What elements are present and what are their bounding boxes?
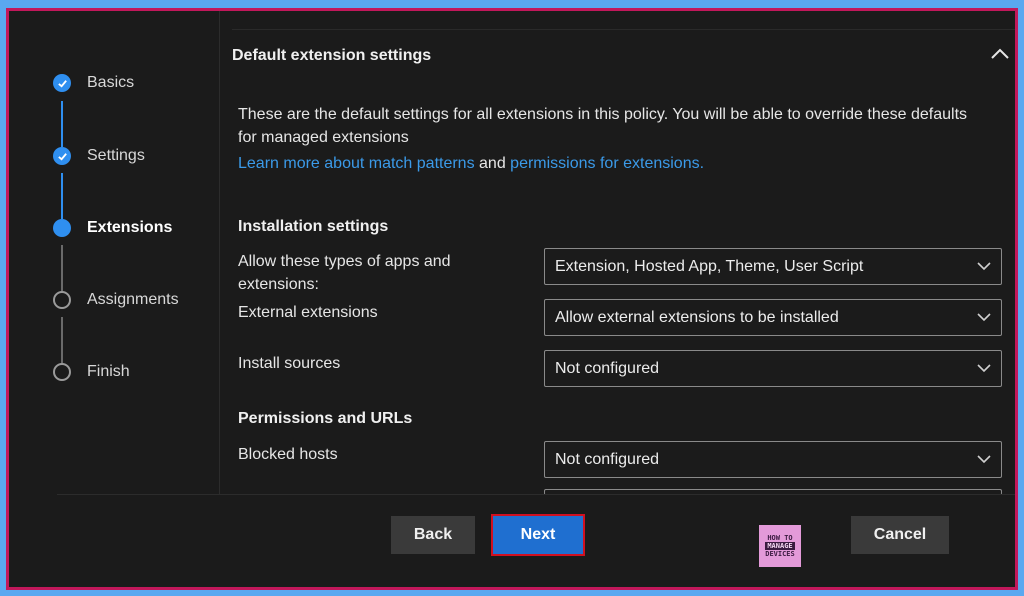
dropdown-value: Not configured [555, 450, 660, 468]
blocked-hosts-label: Blocked hosts [238, 446, 338, 463]
divider [232, 29, 1015, 30]
step-label: Extensions [87, 219, 173, 236]
allow-types-dropdown[interactable]: Extension, Hosted App, Theme, User Scrip… [544, 248, 1002, 285]
step-settings[interactable]: Settings [53, 144, 145, 168]
step-label: Settings [87, 147, 145, 164]
extension-settings-panel: Default extension settings These are the… [220, 11, 1015, 495]
wizard-frame: Basics Settings Extensions Assignments F… [6, 8, 1018, 590]
step-basics[interactable]: Basics [53, 71, 134, 95]
step-label: Assignments [87, 291, 179, 308]
step-label: Basics [87, 74, 135, 91]
step-connector [61, 173, 63, 219]
cancel-button[interactable]: Cancel [851, 516, 949, 554]
step-extensions[interactable]: Extensions [53, 216, 172, 240]
logo-text: DEVICES [765, 550, 795, 558]
section-title: Default extension settings [232, 47, 432, 64]
logo-text: MANAGE [765, 542, 795, 550]
chevron-down-icon [977, 313, 991, 322]
logo-text: HOW TO [767, 534, 793, 542]
how-to-manage-devices-logo: HOW TO MANAGE DEVICES [759, 525, 801, 567]
help-links: Learn more about match patterns and perm… [238, 155, 704, 173]
blocked-hosts-dropdown[interactable]: Not configured [544, 441, 1002, 478]
permissions-link[interactable]: permissions for extensions. [510, 155, 704, 172]
external-extensions-label: External extensions [238, 304, 378, 321]
dropdown-value: Extension, Hosted App, Theme, User Scrip… [555, 257, 864, 275]
dropdown-value: Allow external extensions to be installe… [555, 308, 839, 326]
permissions-heading: Permissions and URLs [238, 410, 413, 427]
pending-step-icon [53, 291, 71, 309]
chevron-down-icon [977, 262, 991, 271]
current-step-icon [53, 219, 71, 237]
install-sources-dropdown[interactable]: Not configured [544, 350, 1002, 387]
dropdown-value: Not configured [555, 359, 660, 377]
match-patterns-link[interactable]: Learn more about match patterns [238, 155, 475, 172]
step-connector [61, 101, 63, 147]
install-sources-label: Install sources [238, 355, 341, 372]
step-connector [61, 317, 63, 363]
wizard-steps: Basics Settings Extensions Assignments F… [9, 11, 220, 494]
check-icon [53, 74, 71, 92]
chevron-up-icon[interactable] [989, 45, 1011, 63]
installation-heading: Installation settings [238, 218, 389, 235]
next-button[interactable]: Next [491, 514, 585, 556]
link-joiner: and [474, 155, 511, 172]
chevron-down-icon [977, 455, 991, 464]
step-assignments[interactable]: Assignments [53, 288, 179, 312]
external-extensions-dropdown[interactable]: Allow external extensions to be installe… [544, 299, 1002, 336]
footer-divider [57, 494, 1015, 495]
allow-types-label: Allow these types of apps and extensions… [238, 253, 451, 293]
step-connector [61, 245, 63, 291]
step-label: Finish [87, 363, 130, 380]
back-button[interactable]: Back [391, 516, 475, 554]
check-icon [53, 147, 71, 165]
section-description: These are the default settings for all e… [238, 106, 968, 146]
step-finish[interactable]: Finish [53, 360, 130, 384]
pending-step-icon [53, 363, 71, 381]
chevron-down-icon [977, 364, 991, 373]
